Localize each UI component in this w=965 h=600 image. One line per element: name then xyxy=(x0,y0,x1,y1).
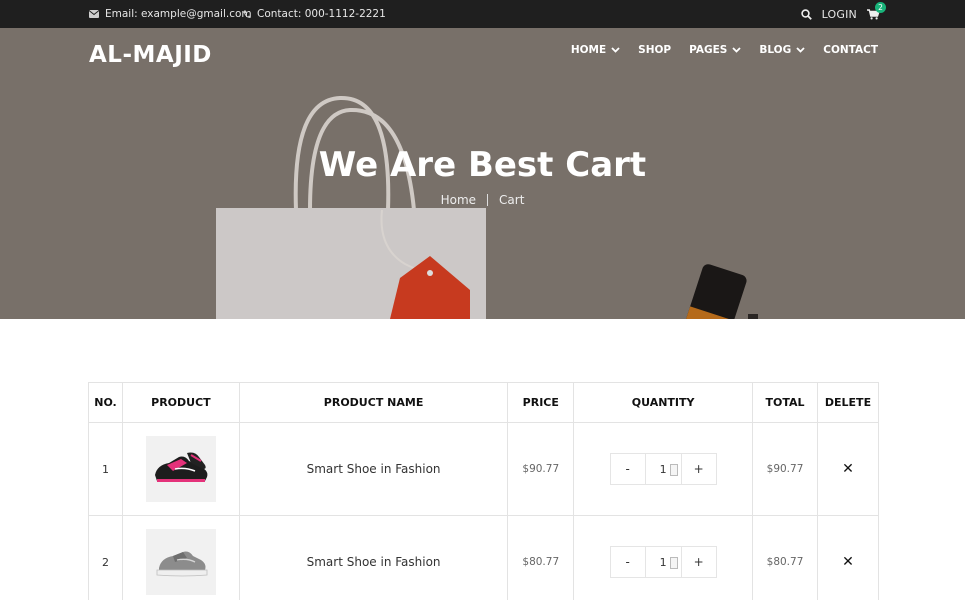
quantity-input[interactable]: 1 xyxy=(644,547,682,577)
nav-item-label: SHOP xyxy=(638,44,672,56)
cart-table: NO. PRODUCT PRODUCT NAME PRICE QUANTITY … xyxy=(88,382,880,600)
cart-button[interactable]: 2 xyxy=(867,1,886,20)
nav-item-blog[interactable]: BLOG xyxy=(759,44,805,56)
row-total: $90.77 xyxy=(752,422,818,516)
quantity-stepper: - 1 + xyxy=(609,546,717,578)
row-number: 1 xyxy=(88,422,123,516)
topbar-phone[interactable]: Contact: 000-1112-2221 xyxy=(243,0,386,28)
delete-button[interactable]: ✕ xyxy=(842,461,854,477)
product-name[interactable]: Smart Shoe in Fashion xyxy=(238,515,509,600)
breadcrumb-home-link[interactable]: Home xyxy=(441,193,476,207)
product-price: $90.77 xyxy=(507,422,575,516)
table-header-row: NO. PRODUCT PRODUCT NAME PRICE QUANTITY … xyxy=(88,382,880,423)
chevron-down-icon xyxy=(796,47,805,53)
chevron-down-icon xyxy=(611,47,620,53)
envelope-icon xyxy=(89,10,99,18)
spinner-icon[interactable] xyxy=(669,464,678,476)
breadcrumb-separator xyxy=(487,194,489,206)
column-header-no: NO. xyxy=(88,382,123,423)
nav-item-pages[interactable]: PAGES xyxy=(689,44,741,56)
increase-quantity-button[interactable]: + xyxy=(682,454,716,484)
quantity-input[interactable]: 1 xyxy=(644,454,682,484)
quantity-value: 1 xyxy=(659,555,667,569)
product-image[interactable] xyxy=(145,529,216,595)
cart-count-badge: 2 xyxy=(875,1,886,13)
grey-sneaker-icon xyxy=(156,551,208,577)
table-row: 1 Smart Shoe in Fashion $90.77 - 1 + $90… xyxy=(88,422,880,516)
nav-item-label: PAGES xyxy=(689,44,728,56)
product-image[interactable] xyxy=(145,436,216,502)
search-icon[interactable] xyxy=(800,8,812,20)
quantity-cell: - 1 + xyxy=(573,515,754,600)
column-header-total: TOTAL xyxy=(752,382,818,423)
quantity-stepper: - 1 + xyxy=(609,453,717,485)
nav-item-shop[interactable]: SHOP xyxy=(638,44,671,56)
delete-button[interactable]: ✕ xyxy=(842,554,854,570)
nav-item-label: CONTACT xyxy=(823,44,878,56)
product-image-cell xyxy=(121,422,240,516)
quantity-cell: - 1 + xyxy=(573,422,754,516)
nav-item-contact[interactable]: CONTACT xyxy=(823,44,878,56)
product-price: $80.77 xyxy=(507,515,575,600)
pink-sneaker-icon xyxy=(154,452,208,482)
decrease-quantity-button[interactable]: - xyxy=(611,547,645,577)
spinner-icon[interactable] xyxy=(669,557,678,569)
column-header-product-name: PRODUCT NAME xyxy=(238,382,509,423)
table-row: 2 Smart Shoe in Fashion $80.77 - 1 + $80… xyxy=(88,515,880,600)
breadcrumb-current: Cart xyxy=(499,193,525,207)
site-logo[interactable]: AL-MAJID xyxy=(89,42,212,68)
delete-cell: ✕ xyxy=(816,422,880,516)
decrease-quantity-button[interactable]: - xyxy=(611,454,645,484)
row-number: 2 xyxy=(88,515,123,600)
topbar-email-text: Email: example@gmail.com xyxy=(105,8,252,20)
nav-item-label: BLOG xyxy=(759,44,792,56)
top-bar: Email: example@gmail.com Contact: 000-11… xyxy=(0,0,965,28)
quantity-value: 1 xyxy=(659,462,667,476)
column-header-quantity: QUANTITY xyxy=(573,382,754,423)
breadcrumb: Home Cart xyxy=(0,193,965,207)
increase-quantity-button[interactable]: + xyxy=(682,547,716,577)
product-image-cell xyxy=(121,515,240,600)
nav-item-label: HOME xyxy=(570,44,607,56)
login-link[interactable]: LOGIN xyxy=(822,8,857,21)
topbar-phone-text: Contact: 000-1112-2221 xyxy=(257,8,386,20)
topbar-actions: LOGIN 2 xyxy=(800,0,886,28)
main-nav: HOME SHOP PAGES BLOG CONTACT xyxy=(553,44,878,56)
column-header-price: PRICE xyxy=(507,382,575,423)
row-total: $80.77 xyxy=(752,515,818,600)
hero-banner: AL-MAJID HOME SHOP PAGES BLOG CONTACT We… xyxy=(0,28,965,319)
page-title: We Are Best Cart xyxy=(318,145,647,185)
topbar-email[interactable]: Email: example@gmail.com xyxy=(89,0,252,28)
column-header-product: PRODUCT xyxy=(121,382,240,423)
delete-cell: ✕ xyxy=(816,515,880,600)
product-name[interactable]: Smart Shoe in Fashion xyxy=(238,422,509,516)
chevron-down-icon xyxy=(732,47,741,53)
phone-icon xyxy=(243,10,251,19)
column-header-delete: DELETE xyxy=(816,382,880,423)
nav-item-home[interactable]: HOME xyxy=(571,44,620,56)
